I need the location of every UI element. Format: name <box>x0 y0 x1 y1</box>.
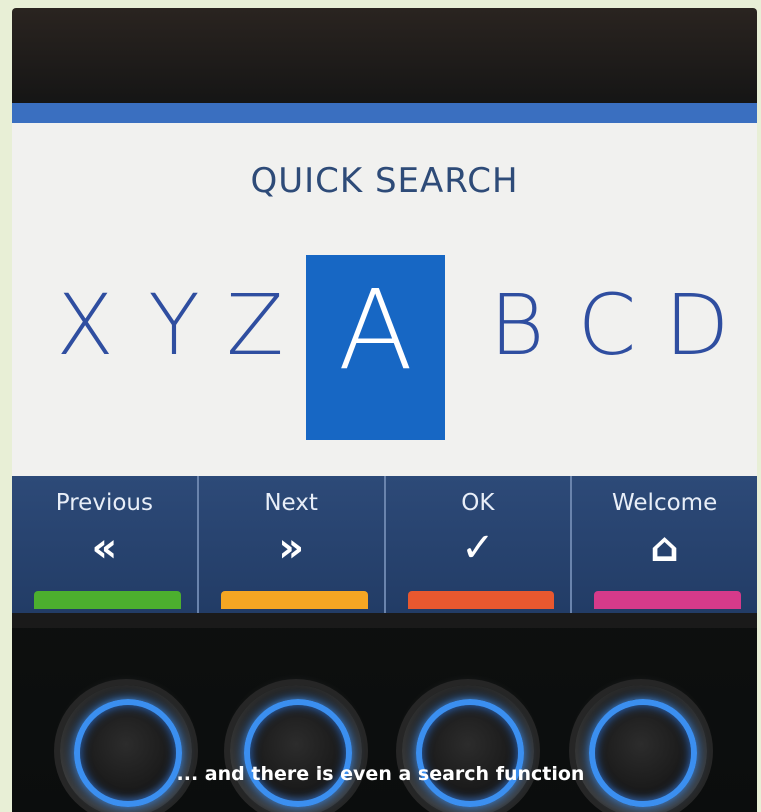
screen-top-bar <box>12 103 757 123</box>
double-chevron-right-icon: » <box>278 525 305 571</box>
letter-b[interactable]: B <box>482 283 552 367</box>
welcome-label: Welcome <box>612 490 718 516</box>
checkmark-icon: ✓ <box>461 525 495 571</box>
ok-softkey[interactable]: OK ✓ <box>385 476 573 613</box>
softkey-bar: Previous « Next » OK ✓ Welcome ⌂ <box>12 476 757 613</box>
hardware-button-4[interactable] <box>575 685 707 812</box>
ok-label: OK <box>461 490 495 516</box>
previous-softkey[interactable]: Previous « <box>12 476 199 613</box>
screen-frame: QUICK SEARCH X Y Z A B C D Previous « Ne… <box>12 103 757 628</box>
letter-a-selected[interactable]: A <box>306 255 445 440</box>
letter-carousel[interactable]: X Y Z A B C D <box>12 255 757 440</box>
letter-c[interactable]: C <box>572 283 642 367</box>
welcome-softkey[interactable]: Welcome ⌂ <box>572 476 757 613</box>
device-panel: QUICK SEARCH X Y Z A B C D Previous « Ne… <box>12 8 757 812</box>
next-label: Next <box>264 490 318 516</box>
hardware-button-3[interactable] <box>402 685 534 812</box>
button-ring-light <box>244 699 352 807</box>
letter-y[interactable]: Y <box>139 283 209 367</box>
next-softkey[interactable]: Next » <box>198 476 386 613</box>
yellow-color-bar <box>220 591 368 609</box>
red-color-bar <box>407 591 555 609</box>
lcd-screen: QUICK SEARCH X Y Z A B C D Previous « Ne… <box>12 103 757 613</box>
hardware-button-1[interactable] <box>60 685 192 812</box>
page-title: QUICK SEARCH <box>250 161 519 201</box>
letter-d[interactable]: D <box>662 283 732 367</box>
button-ring-light <box>74 699 182 807</box>
caption-text: ... and there is even a search function <box>176 763 585 785</box>
home-icon: ⌂ <box>650 525 679 571</box>
button-ring-light <box>416 699 524 807</box>
letter-x[interactable]: X <box>50 283 120 367</box>
button-ring-light <box>589 699 697 807</box>
double-chevron-left-icon: « <box>91 525 118 571</box>
hardware-button-2[interactable] <box>230 685 362 812</box>
magenta-color-bar <box>594 591 741 609</box>
green-color-bar <box>34 591 181 609</box>
letter-z[interactable]: Z <box>220 283 290 367</box>
previous-label: Previous <box>55 490 153 516</box>
hardware-buttons <box>12 673 757 812</box>
